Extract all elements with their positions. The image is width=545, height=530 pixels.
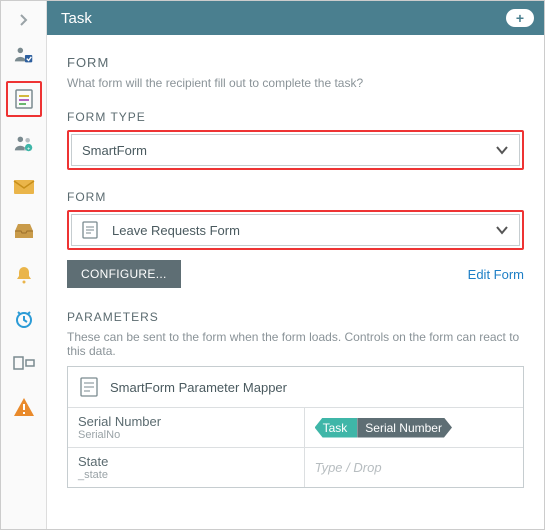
expand-icon[interactable] — [1, 7, 46, 33]
parameter-value-cell[interactable]: Task Serial Number — [305, 408, 462, 447]
parameter-sub: SerialNo — [78, 429, 294, 441]
parameter-name-cell: State _state — [68, 448, 305, 487]
sidebar: + — [1, 1, 47, 529]
form-field-highlight: Leave Requests Form — [67, 210, 524, 250]
chevron-down-icon — [495, 143, 509, 157]
parameter-mapper-title: SmartForm Parameter Mapper — [110, 380, 287, 395]
parameter-row: Serial Number SerialNo Task Serial Numbe… — [68, 407, 523, 447]
parameter-value-cell[interactable]: Type / Drop — [305, 448, 392, 487]
section-form-subtext: What form will the recipient fill out to… — [67, 76, 524, 90]
panel-header: Task + — [47, 1, 544, 35]
warning-icon[interactable] — [6, 389, 42, 425]
chevron-down-icon — [495, 223, 509, 237]
svg-text:+: + — [26, 146, 29, 152]
form-value: Leave Requests Form — [112, 223, 240, 238]
clock-icon[interactable] — [6, 301, 42, 337]
token-pill[interactable]: Task Serial Number — [315, 418, 452, 438]
form-type-label: FORM TYPE — [67, 110, 524, 124]
parameters-title: PARAMETERS — [67, 310, 524, 324]
form-label: FORM — [67, 190, 524, 204]
main-panel: Task + FORM What form will the recipient… — [47, 1, 544, 529]
form-type-field-highlight: SmartForm — [67, 130, 524, 170]
users-check-icon[interactable] — [6, 37, 42, 73]
pill-task: Task — [315, 418, 358, 438]
add-icon[interactable]: + — [506, 9, 534, 27]
form-icon[interactable] — [6, 81, 42, 117]
inbox-icon[interactable] — [6, 213, 42, 249]
parameter-name: Serial Number — [78, 414, 294, 429]
panel-title: Task — [61, 10, 92, 27]
section-form-title: FORM — [67, 55, 524, 70]
parameter-mapper-header: SmartForm Parameter Mapper — [68, 367, 523, 407]
pill-serial: Serial Number — [357, 418, 452, 438]
parameter-row: State _state Type / Drop — [68, 447, 523, 487]
parameter-placeholder: Type / Drop — [315, 460, 382, 475]
mail-icon[interactable] — [6, 169, 42, 205]
configure-button[interactable]: CONFIGURE... — [67, 260, 181, 288]
form-select[interactable]: Leave Requests Form — [71, 214, 520, 246]
form-type-value: SmartForm — [82, 143, 147, 158]
parameter-name-cell: Serial Number SerialNo — [68, 408, 305, 447]
parameters-subtext: These can be sent to the form when the f… — [67, 330, 524, 358]
parameter-mapper: SmartForm Parameter Mapper Serial Number… — [67, 366, 524, 488]
document-icon — [80, 377, 98, 397]
form-type-select[interactable]: SmartForm — [71, 134, 520, 166]
parameter-sub: _state — [78, 469, 294, 481]
edit-form-link[interactable]: Edit Form — [468, 267, 524, 282]
document-icon — [82, 221, 98, 239]
content: FORM What form will the recipient fill o… — [47, 35, 544, 498]
people-icon[interactable]: + — [6, 125, 42, 161]
bell-icon[interactable] — [6, 257, 42, 293]
parameter-name: State — [78, 454, 294, 469]
layout-icon[interactable] — [6, 345, 42, 381]
